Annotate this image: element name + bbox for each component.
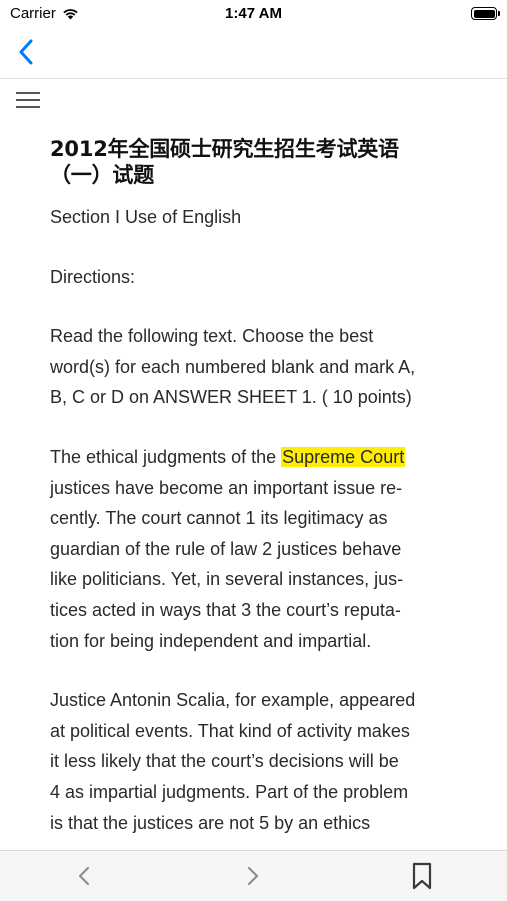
chevron-left-icon <box>19 39 33 65</box>
status-time: 1:47 AM <box>225 5 282 22</box>
text-line: tices acted in ways that 3 the court’s r… <box>50 599 401 620</box>
instructions-paragraph: Read the following text. Choose the best… <box>50 321 470 413</box>
next-page-button[interactable] <box>235 858 271 894</box>
text-line: Read the following text. Choose the best <box>50 326 374 347</box>
text-line: Justice Antonin Scalia, for example, app… <box>50 690 416 711</box>
menu-button[interactable] <box>12 86 44 114</box>
text-line: is that the justices are not 5 by an eth… <box>50 812 371 833</box>
battery-icon <box>471 7 500 20</box>
text-line: B, C or D on ANSWER SHEET 1. ( 10 points… <box>50 387 412 408</box>
back-button[interactable] <box>8 34 44 70</box>
text-line: guardian of the rule of law 2 justices b… <box>50 538 402 559</box>
text-line: at political events. That kind of activi… <box>50 720 410 741</box>
article-content: 2012年全国硕士研究生招生考试英语 （一）试题 Section I Use o… <box>50 136 470 867</box>
highlighted-text[interactable]: Supreme Court <box>281 446 406 467</box>
text-segment: The ethical judgments of the <box>50 446 282 467</box>
directions-label: Directions: <box>50 266 136 287</box>
hamburger-menu-icon <box>16 92 40 108</box>
text-line: cently. The court cannot 1 its legitimac… <box>50 508 388 529</box>
text-line: word(s) for each numbered blank and mark… <box>50 356 416 377</box>
text-line: tion for being independent and impartial… <box>50 630 372 651</box>
text-line: justices have become an important issue … <box>50 477 403 498</box>
bottom-toolbar <box>0 850 507 901</box>
article-title-line: 2012年全国硕士研究生招生考试英语 <box>50 137 399 161</box>
status-bar: Carrier 1:47 AM <box>0 0 507 28</box>
section-heading: Section I Use of English <box>50 207 242 227</box>
bookmark-icon <box>412 862 432 890</box>
previous-page-button[interactable] <box>66 858 102 894</box>
chevron-right-icon <box>247 866 259 886</box>
text-line: it less likely that the court’s decision… <box>50 751 399 772</box>
article-title-line: （一）试题 <box>50 163 154 187</box>
text-line: 4 as impartial judgments. Part of the pr… <box>50 781 409 802</box>
passage-paragraph-2: Justice Antonin Scalia, for example, app… <box>50 685 470 838</box>
article-title: 2012年全国硕士研究生招生考试英语 （一）试题 <box>50 136 470 188</box>
passage-paragraph-1: The ethical judgments of the Supreme Cou… <box>50 442 470 656</box>
text-line: The ethical judgments of the Supreme Cou… <box>50 442 470 473</box>
navigation-bar <box>0 28 507 79</box>
bookmark-button[interactable] <box>404 858 440 894</box>
chevron-left-icon <box>78 866 90 886</box>
text-line: like politicians. Yet, in several instan… <box>50 569 404 590</box>
